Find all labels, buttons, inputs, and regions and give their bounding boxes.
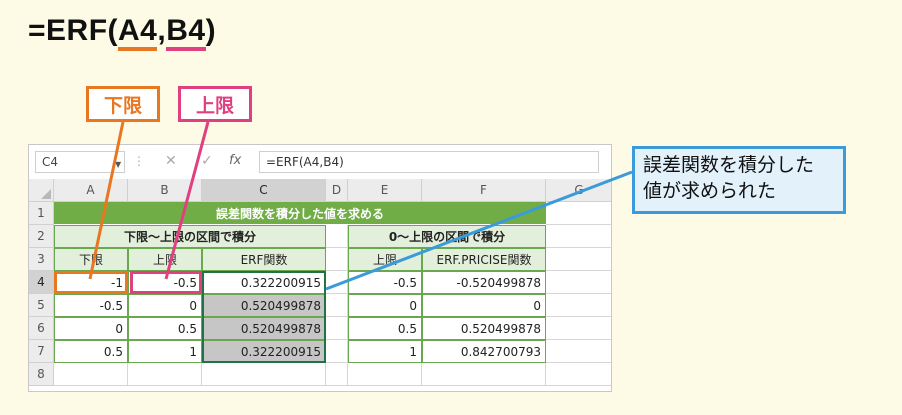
cell[interactable] xyxy=(326,363,348,386)
right-section-header[interactable]: 0～上限の区間で積分 xyxy=(348,225,546,248)
cell[interactable] xyxy=(348,363,422,386)
cell[interactable] xyxy=(128,363,202,386)
row-header-3[interactable]: 3 xyxy=(29,248,54,271)
cell-erf-precise-result[interactable]: -0.520499878 xyxy=(422,271,546,294)
col-label-lower[interactable]: 下限 xyxy=(54,248,128,271)
heading-prefix: =ERF( xyxy=(28,14,119,47)
select-all-corner[interactable] xyxy=(29,179,54,202)
cell-upper-value[interactable]: 0 xyxy=(128,294,202,317)
callout-lower-limit: 下限 xyxy=(86,86,160,122)
cell[interactable] xyxy=(546,225,611,248)
cell[interactable] xyxy=(546,202,611,225)
formula-heading: =ERF(A4,B4) xyxy=(28,14,217,51)
heading-arg-upper: B4 xyxy=(166,14,206,51)
heading-comma: , xyxy=(157,14,167,47)
col-label-erf[interactable]: ERF関数 xyxy=(202,248,326,271)
cell-erf-precise-result[interactable]: 0.842700793 xyxy=(422,340,546,363)
cell[interactable] xyxy=(546,340,611,363)
cell[interactable] xyxy=(202,363,326,386)
spreadsheet-window: C4 ▼ ⋮ ✕ ✓ fx =ERF(A4,B4) ABCDEFG1234567… xyxy=(28,144,612,392)
cell-upper-value-2[interactable]: 0.5 xyxy=(348,317,422,340)
cell[interactable] xyxy=(54,363,128,386)
col-label-upper-2[interactable]: 上限 xyxy=(348,248,422,271)
cell[interactable] xyxy=(546,271,611,294)
cell-erf-result[interactable]: 0.520499878 xyxy=(202,294,326,317)
chevron-down-icon[interactable]: ▼ xyxy=(115,160,121,169)
callout-upper-limit: 上限 xyxy=(178,86,252,122)
cell-upper-value[interactable]: 1 xyxy=(128,340,202,363)
cell[interactable] xyxy=(422,363,546,386)
formula-input[interactable]: =ERF(A4,B4) xyxy=(259,151,599,173)
cell[interactable] xyxy=(546,363,611,386)
cell-upper-value-2[interactable]: 0 xyxy=(348,294,422,317)
cell[interactable] xyxy=(326,317,348,340)
row-header-8[interactable]: 8 xyxy=(29,363,54,386)
cell[interactable] xyxy=(326,271,348,294)
formula-bar: C4 ▼ ⋮ ✕ ✓ fx =ERF(A4,B4) xyxy=(29,145,611,180)
cell-lower-value[interactable]: -0.5 xyxy=(54,294,128,317)
cell[interactable] xyxy=(546,317,611,340)
cell-erf-precise-result[interactable]: 0 xyxy=(422,294,546,317)
row-header-4[interactable]: 4 xyxy=(29,271,54,294)
heading-suffix: ) xyxy=(205,14,217,47)
cell[interactable] xyxy=(546,248,611,271)
cell-lower-value[interactable]: -1 xyxy=(54,271,128,294)
cell-upper-value-2[interactable]: -0.5 xyxy=(348,271,422,294)
row-header-6[interactable]: 6 xyxy=(29,317,54,340)
note-line-2: 値が求められた xyxy=(643,180,777,202)
row-header-7[interactable]: 7 xyxy=(29,340,54,363)
cell-erf-result[interactable]: 0.322200915 xyxy=(202,271,326,294)
select-all-icon xyxy=(41,189,51,199)
cell-upper-value-2[interactable]: 1 xyxy=(348,340,422,363)
cell[interactable] xyxy=(546,294,611,317)
cell[interactable] xyxy=(326,340,348,363)
cell[interactable] xyxy=(326,294,348,317)
left-section-header[interactable]: 下限～上限の区間で積分 xyxy=(54,225,326,248)
column-header-g[interactable]: G xyxy=(546,179,611,202)
note-line-1: 誤差関数を積分した xyxy=(643,154,815,176)
row-header-1[interactable]: 1 xyxy=(29,202,54,225)
cell-erf-result[interactable]: 0.520499878 xyxy=(202,317,326,340)
row-header-2[interactable]: 2 xyxy=(29,225,54,248)
cell-lower-value[interactable]: 0.5 xyxy=(54,340,128,363)
cell[interactable] xyxy=(326,225,348,248)
check-icon[interactable]: ✓ xyxy=(201,153,213,169)
insert-function-icon[interactable]: fx xyxy=(229,153,241,168)
cell-erf-precise-result[interactable]: 0.520499878 xyxy=(422,317,546,340)
column-header-a[interactable]: A xyxy=(54,179,128,202)
cell-lower-value[interactable]: 0 xyxy=(54,317,128,340)
cell-erf-result[interactable]: 0.322200915 xyxy=(202,340,326,363)
col-label-erf-precise[interactable]: ERF.PRICISE関数 xyxy=(422,248,546,271)
heading-arg-lower: A4 xyxy=(118,14,158,51)
column-header-f[interactable]: F xyxy=(422,179,546,202)
cell-upper-value[interactable]: 0.5 xyxy=(128,317,202,340)
cell[interactable] xyxy=(326,248,348,271)
column-header-b[interactable]: B xyxy=(128,179,202,202)
result-note: 誤差関数を積分した 値が求められた xyxy=(632,146,846,214)
col-label-upper[interactable]: 上限 xyxy=(128,248,202,271)
name-box[interactable]: C4 xyxy=(35,151,125,173)
cancel-icon[interactable]: ✕ xyxy=(165,153,177,169)
column-header-e[interactable]: E xyxy=(348,179,422,202)
more-icon: ⋮ xyxy=(133,154,145,168)
sheet-title-cell[interactable]: 誤差関数を積分した値を求める xyxy=(54,202,546,225)
row-header-5[interactable]: 5 xyxy=(29,294,54,317)
column-header-c[interactable]: C xyxy=(202,179,326,202)
column-header-d[interactable]: D xyxy=(326,179,348,202)
cell-upper-value[interactable]: -0.5 xyxy=(128,271,202,294)
